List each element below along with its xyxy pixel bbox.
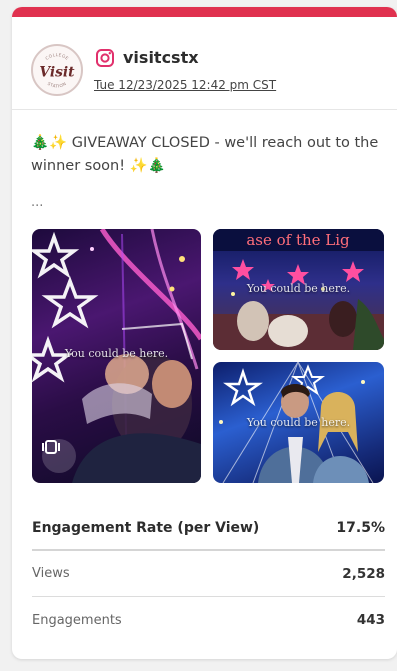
carousel-badge[interactable] <box>42 439 76 473</box>
account-handle[interactable]: visitcstx <box>123 48 199 68</box>
avatar[interactable]: COLLEGE STATION Visit <box>31 44 83 96</box>
avatar-wordmark: Visit <box>39 64 75 80</box>
metric-row-engagements: Engagements 443 <box>32 597 385 643</box>
post-card[interactable]: COLLEGE STATION Visit visitcstx Tue 12/2… <box>12 7 397 659</box>
media-watermark: You could be here. <box>246 282 351 295</box>
avatar-bottom-text: STATION <box>47 81 67 89</box>
engagement-rate-value: 17.5% <box>336 520 385 536</box>
avatar-top-text: COLLEGE <box>44 52 69 61</box>
metric-row-views: Views 2,528 <box>32 551 385 597</box>
media-image-main[interactable]: You could be here. <box>32 229 201 483</box>
media-image-bottom-right[interactable]: You could be here. <box>213 362 384 483</box>
engagements-label: Engagements <box>32 612 122 628</box>
avatar-logo: COLLEGE STATION Visit <box>39 52 75 89</box>
post-header: COLLEGE STATION Visit visitcstx Tue 12/2… <box>12 17 397 110</box>
sign-text: ase of the Lig <box>246 231 350 249</box>
engagement-rate-label: Engagement Rate (per View) <box>32 520 260 536</box>
metric-row-engagement-rate: Engagement Rate (per View) 17.5% <box>32 507 385 551</box>
svg-text:STATION: STATION <box>47 81 67 89</box>
media-image-top-right[interactable]: ase of the Lig You could be here. <box>213 229 384 350</box>
carousel-icon <box>42 440 60 454</box>
post-caption: 🎄✨ GIVEAWAY CLOSED - we'll reach out to … <box>31 135 379 174</box>
accent-bar <box>12 7 397 17</box>
post-timestamp-link[interactable]: Tue 12/23/2025 12:42 pm CST <box>94 77 276 93</box>
metrics-table: Engagement Rate (per View) 17.5% Views 2… <box>32 507 385 643</box>
media-watermark: You could be here. <box>64 347 169 360</box>
instagram-icon <box>96 49 114 67</box>
engagements-value: 443 <box>356 612 385 628</box>
caption-more[interactable]: ... <box>31 195 43 210</box>
views-label: Views <box>32 566 70 581</box>
media-watermark: You could be here. <box>246 416 351 429</box>
svg-text:COLLEGE: COLLEGE <box>44 52 69 61</box>
views-value: 2,528 <box>342 565 385 582</box>
